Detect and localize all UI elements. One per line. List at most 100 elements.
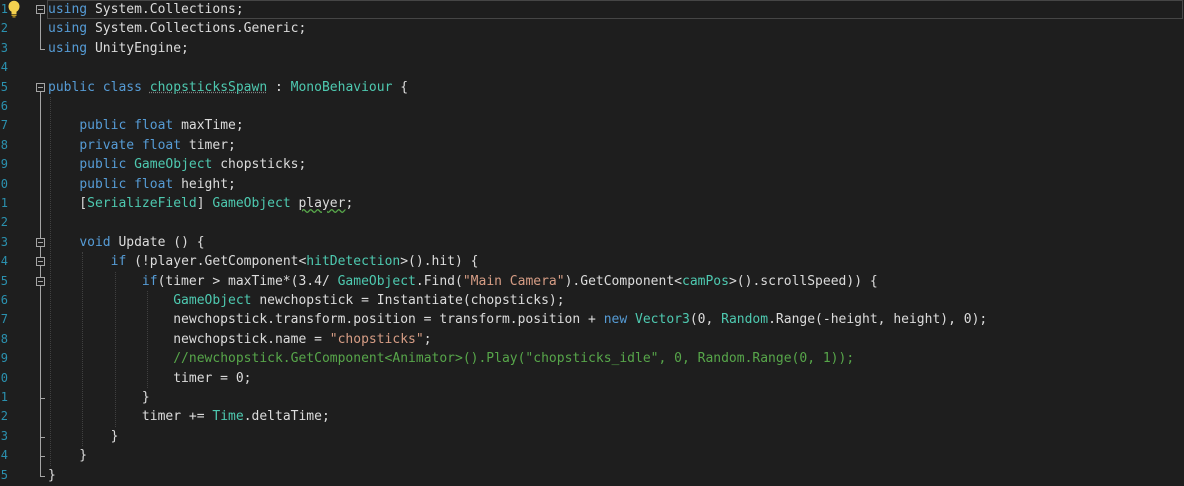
line-number: 15 (0, 273, 8, 288)
code-line: if (!player.GetComponent<hitDetection>()… (48, 252, 479, 271)
code-line: [SerializeField] GameObject player; (48, 194, 353, 213)
code-token: newchopstick = Instantiate(chopsticks); (251, 293, 565, 308)
code-token: public (48, 79, 95, 95)
code-token: class (102, 79, 142, 95)
collapse-icon[interactable] (36, 237, 45, 247)
line-number: 23 (0, 428, 8, 443)
code-token: } (48, 448, 88, 464)
code-token: void (79, 234, 111, 250)
collapse-icon[interactable] (36, 82, 45, 92)
code-token: if (141, 273, 158, 289)
fold-region-end (40, 475, 45, 477)
line-number: 17 (0, 312, 8, 327)
code-line: timer = 0; (48, 369, 251, 388)
code-token: GameObject (134, 157, 213, 173)
code-token: "Main Camera" (462, 273, 565, 289)
code-token: using (48, 40, 88, 56)
code-token: float (141, 137, 182, 153)
code-token: player (298, 196, 346, 211)
fold-region-end (40, 456, 45, 458)
code-line: } (48, 446, 87, 465)
code-editor[interactable]: 1234567891011121314151617181920212223242… (0, 0, 1184, 486)
code-token: GameObject (337, 273, 416, 289)
code-line: public float height; (48, 175, 236, 194)
code-token: UnityEngine; (87, 40, 189, 56)
code-token: Random (721, 312, 769, 328)
code-token: public (79, 118, 127, 134)
line-number: 16 (0, 293, 8, 307)
fold-region-line (40, 285, 41, 398)
line-number: 25 (0, 467, 8, 482)
code-token: (timer > maxTime*(3.4/ (157, 273, 338, 289)
code-line: //newchopstick.GetComponent<Animator>().… (48, 349, 854, 368)
line-number: 22 (0, 409, 8, 424)
line-number-gutter: 1234567891011121314151617181920212223242… (0, 0, 8, 486)
line-number: 20 (0, 370, 8, 385)
code-token: new (603, 312, 628, 328)
code-token: ] (196, 196, 213, 211)
line-number: 10 (0, 176, 8, 191)
code-token: chopsticksSpawn (149, 79, 268, 95)
line-number: 24 (0, 448, 8, 463)
code-token: : (267, 79, 291, 95)
line-number: 19 (0, 351, 8, 366)
code-token: GameObject (173, 293, 252, 308)
code-token: Time (212, 409, 244, 425)
code-token: SerializeField (87, 196, 197, 211)
code-line: } (48, 388, 150, 407)
folding-margin (30, 0, 46, 486)
code-token: { (392, 79, 409, 95)
code-token: MonoBehaviour (290, 79, 393, 95)
line-number: 18 (0, 331, 8, 346)
code-line: public float maxTime; (48, 116, 243, 135)
code-token: } (48, 467, 56, 483)
line-number: 14 (0, 254, 8, 269)
code-token: System.Collections.Generic; (87, 21, 307, 37)
fold-region-end (40, 48, 45, 50)
code-token: ; (423, 331, 432, 347)
code-token: newchopstick.name = (48, 331, 330, 347)
lightbulb-icon[interactable] (7, 0, 21, 18)
code-token: GameObject (212, 196, 291, 211)
code-line: newchopstick.transform.position = transf… (48, 310, 987, 329)
code-token: timer += (48, 409, 213, 425)
fold-region-end (40, 436, 45, 438)
collapse-icon[interactable] (36, 5, 45, 14)
code-line: void Update () { (48, 233, 204, 252)
indent-guide (82, 252, 84, 447)
code-line: timer += Time.deltaTime; (48, 407, 330, 426)
code-token: chopsticks; (212, 157, 307, 173)
code-token: newchopstick.transform.position = transf… (48, 312, 604, 328)
code-line: private float timer; (48, 136, 236, 155)
code-token: .Find( (415, 273, 463, 289)
code-token: (!player.GetComponent< (126, 254, 307, 270)
indent-guide (114, 271, 116, 427)
line-number: 3 (0, 40, 8, 55)
code-token: System.Collections; (87, 2, 244, 17)
fold-region-line (40, 14, 41, 49)
code-line: public class chopsticksSpawn : MonoBehav… (48, 78, 408, 97)
code-token: public (79, 157, 127, 173)
code-token: (0, (689, 312, 722, 328)
collapse-icon[interactable] (36, 276, 45, 286)
code-token: } (48, 390, 150, 405)
code-area[interactable]: using System.Collections; using System.Co… (48, 0, 1178, 486)
code-token: height; (173, 176, 236, 192)
collapse-icon[interactable] (36, 257, 45, 267)
line-number: 7 (0, 118, 8, 133)
code-token: hitDetection (306, 254, 401, 270)
line-number: 5 (0, 79, 8, 94)
code-token: private (79, 137, 135, 153)
code-token: camPos (682, 273, 729, 289)
